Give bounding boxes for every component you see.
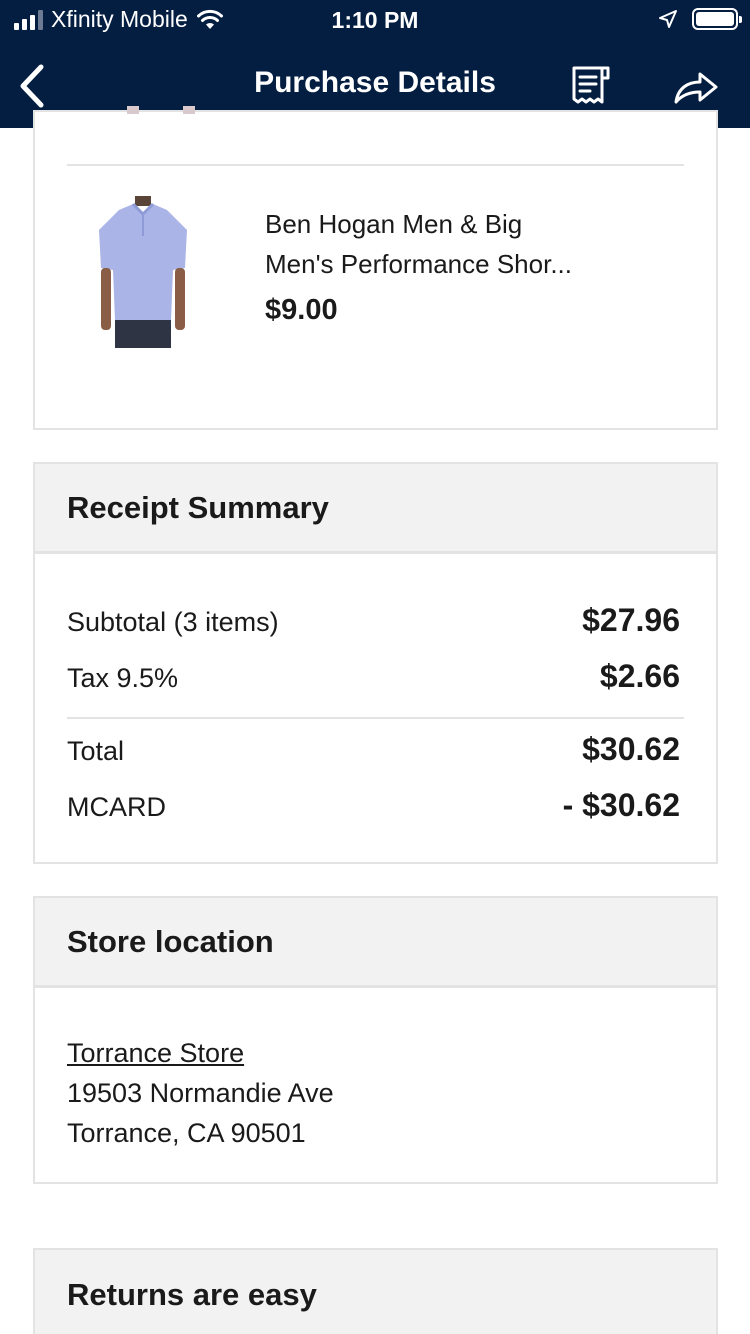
status-time: 1:10 PM (331, 7, 419, 33)
returns-heading: Returns are easy (35, 1250, 716, 1334)
product-name-line2: Men's Performance Shor... (265, 249, 572, 279)
status-bar: Xfinity Mobile 1:10 PM (0, 0, 750, 40)
store-name-link[interactable]: Torrance Store (67, 1038, 244, 1069)
receipt-summary-heading: Receipt Summary (35, 464, 716, 554)
previous-item-image (127, 106, 195, 114)
receipt-icon (572, 66, 610, 104)
store-address-line1: 19503 Normandie Ave (67, 1078, 334, 1108)
payment-value: - $30.62 (562, 787, 680, 823)
status-right (658, 8, 742, 30)
share-button[interactable] (672, 62, 720, 110)
receipt-button[interactable] (567, 62, 615, 110)
location-arrow-icon (659, 10, 677, 28)
subtotal-label: Subtotal (3 items) (67, 607, 279, 637)
tax-row: Tax 9.5% $2.66 (67, 658, 680, 695)
items-card: Ben Hogan Men & Big Men's Performance Sh… (33, 106, 718, 430)
store-location-card: Store location Torrance Store 19503 Norm… (33, 896, 718, 1184)
receipt-summary-card: Receipt Summary Subtotal (3 items) $27.9… (33, 462, 718, 864)
item-divider (67, 164, 684, 166)
total-value: $30.62 (582, 731, 680, 767)
battery-icon (692, 8, 742, 30)
tax-label: Tax 9.5% (67, 663, 179, 693)
summary-divider (67, 717, 684, 719)
store-location-heading: Store location (35, 898, 716, 988)
product-image[interactable] (97, 196, 189, 348)
product-price: $9.00 (265, 294, 338, 326)
product-name[interactable]: Ben Hogan Men & Big Men's Performance Sh… (265, 204, 685, 284)
payment-row: MCARD - $30.62 (67, 787, 680, 824)
share-icon (674, 72, 718, 104)
store-address-line2: Torrance, CA 90501 (67, 1118, 306, 1148)
subtotal-value: $27.96 (582, 602, 680, 638)
subtotal-row: Subtotal (3 items) $27.96 (67, 602, 680, 639)
payment-label: MCARD (67, 792, 166, 822)
total-label: Total (67, 736, 125, 766)
total-row: Total $30.62 (67, 731, 680, 768)
page-title: Purchase Details (254, 66, 496, 99)
product-name-line1: Ben Hogan Men & Big (265, 209, 523, 239)
tax-value: $2.66 (599, 658, 680, 694)
returns-card: Returns are easy (33, 1248, 718, 1334)
